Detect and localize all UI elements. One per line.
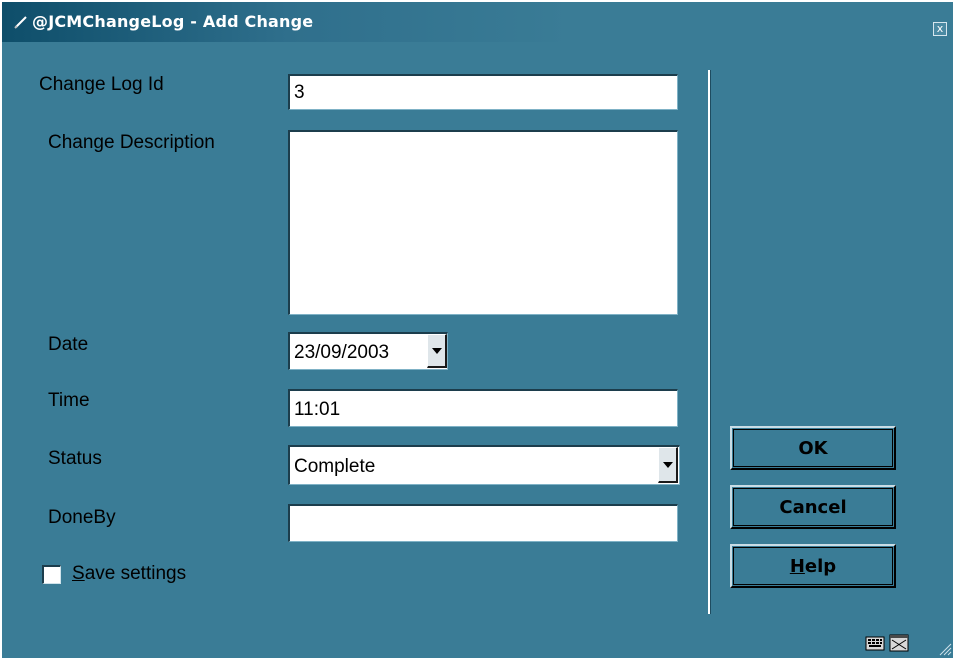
date-dropdown-button[interactable]	[427, 334, 447, 368]
save-settings-label[interactable]: Save settings	[72, 563, 186, 585]
date-picker[interactable]: 23/09/2003	[288, 332, 448, 370]
change-log-id-value: 3	[294, 82, 305, 103]
keyboard-icon[interactable]	[865, 634, 885, 652]
chevron-down-icon	[663, 461, 673, 468]
help-label-rest: elp	[804, 555, 837, 577]
help-button[interactable]: Help	[730, 544, 896, 588]
date-label: Date	[48, 334, 89, 355]
time-label: Time	[48, 390, 90, 411]
change-description-textarea[interactable]	[288, 130, 678, 315]
close-icon: x	[936, 22, 944, 35]
done-by-field[interactable]	[288, 504, 678, 542]
change-description-label: Change Description	[48, 132, 215, 153]
pen-icon	[14, 16, 27, 29]
ok-button-label: OK	[798, 437, 828, 459]
ok-button[interactable]: OK	[730, 426, 896, 470]
window-title: @JCMChangeLog - Add Change	[32, 12, 314, 31]
status-label: Status	[48, 448, 102, 469]
chevron-down-icon	[432, 347, 442, 354]
time-value: 11:01	[294, 399, 341, 420]
cancel-button-label: Cancel	[779, 496, 847, 518]
title-bar[interactable]: @JCMChangeLog - Add Change x	[2, 2, 953, 42]
save-settings-label-rest: ave settings	[84, 563, 187, 584]
close-button[interactable]: x	[933, 22, 947, 36]
vertical-divider	[708, 70, 711, 614]
help-mnemonic: H	[789, 555, 805, 577]
help-button-label: Help	[790, 556, 836, 577]
add-change-dialog: @JCMChangeLog - Add Change x Change Log …	[0, 0, 953, 658]
time-field[interactable]: 11:01	[288, 389, 678, 427]
resize-grip-icon[interactable]	[938, 642, 952, 656]
save-settings-checkbox[interactable]	[42, 565, 61, 584]
status-dropdown-button[interactable]	[658, 447, 678, 483]
cancel-button[interactable]: Cancel	[730, 485, 896, 529]
date-value: 23/09/2003	[294, 342, 390, 363]
change-log-id-field[interactable]: 3	[288, 74, 678, 110]
change-log-id-label: Change Log Id	[39, 74, 164, 95]
save-settings-mnemonic: S	[72, 563, 85, 584]
status-value: Complete	[294, 456, 376, 477]
status-select[interactable]: Complete	[288, 445, 680, 485]
window-icon[interactable]	[889, 634, 909, 652]
done-by-label: DoneBy	[48, 507, 116, 528]
